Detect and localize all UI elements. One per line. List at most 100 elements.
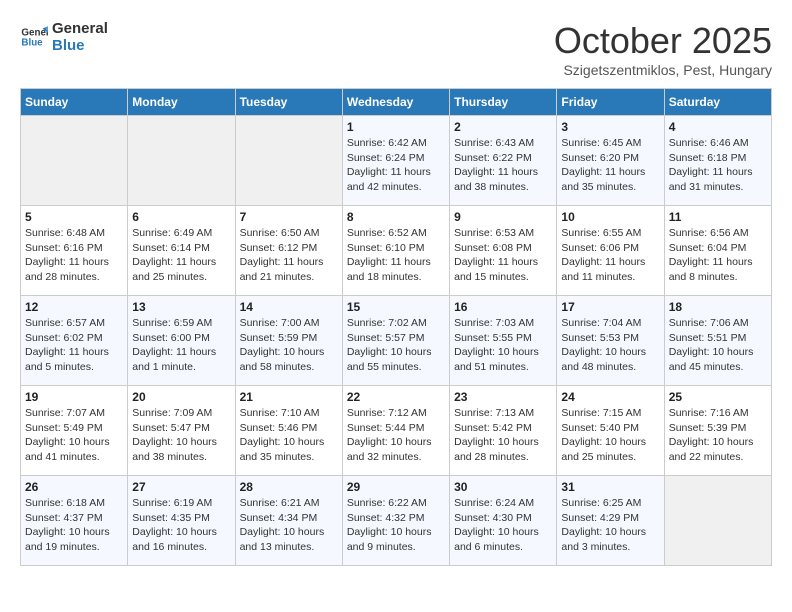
day-info: Sunrise: 7:10 AM Sunset: 5:46 PM Dayligh… [240,406,338,465]
calendar-week-3: 12 Sunrise: 6:57 AM Sunset: 6:02 PM Dayli… [21,296,772,386]
calendar-cell: 2 Sunrise: 6:43 AM Sunset: 6:22 PM Daylig… [450,116,557,206]
calendar-cell: 1 Sunrise: 6:42 AM Sunset: 6:24 PM Daylig… [342,116,449,206]
calendar-week-5: 26 Sunrise: 6:18 AM Sunset: 4:37 PM Dayli… [21,476,772,566]
day-info: Sunrise: 6:45 AM Sunset: 6:20 PM Dayligh… [561,136,659,195]
calendar-week-4: 19 Sunrise: 7:07 AM Sunset: 5:49 PM Dayli… [21,386,772,476]
title-area: October 2025 Szigetszentmiklos, Pest, Hu… [554,20,772,78]
day-info: Sunrise: 7:15 AM Sunset: 5:40 PM Dayligh… [561,406,659,465]
calendar-week-1: 1 Sunrise: 6:42 AM Sunset: 6:24 PM Daylig… [21,116,772,206]
day-number: 22 [347,390,445,404]
calendar-cell: 17 Sunrise: 7:04 AM Sunset: 5:53 PM Dayli… [557,296,664,386]
calendar-cell: 31 Sunrise: 6:25 AM Sunset: 4:29 PM Dayli… [557,476,664,566]
header-row: Sunday Monday Tuesday Wednesday Thursday… [21,89,772,116]
calendar-cell: 21 Sunrise: 7:10 AM Sunset: 5:46 PM Dayli… [235,386,342,476]
day-info: Sunrise: 6:42 AM Sunset: 6:24 PM Dayligh… [347,136,445,195]
day-info: Sunrise: 6:19 AM Sunset: 4:35 PM Dayligh… [132,496,230,555]
day-info: Sunrise: 6:49 AM Sunset: 6:14 PM Dayligh… [132,226,230,285]
day-info: Sunrise: 6:57 AM Sunset: 6:02 PM Dayligh… [25,316,123,375]
day-number: 9 [454,210,552,224]
calendar-cell: 10Sunrise: 6:55 AM Sunset: 6:06 PM Dayli… [557,206,664,296]
day-number: 18 [669,300,767,314]
calendar-cell: 27 Sunrise: 6:19 AM Sunset: 4:35 PM Dayli… [128,476,235,566]
day-info: Sunrise: 6:52 AM Sunset: 6:10 PM Dayligh… [347,226,445,285]
day-info: Sunrise: 7:13 AM Sunset: 5:42 PM Dayligh… [454,406,552,465]
col-monday: Monday [128,89,235,116]
calendar-cell: 11 Sunrise: 6:56 AM Sunset: 6:04 PM Dayli… [664,206,771,296]
day-number: 13 [132,300,230,314]
calendar-cell [235,116,342,206]
day-number: 5 [25,210,123,224]
day-info: Sunrise: 7:07 AM Sunset: 5:49 PM Dayligh… [25,406,123,465]
day-info: Sunrise: 6:46 AM Sunset: 6:18 PM Dayligh… [669,136,767,195]
day-info: Sunrise: 7:09 AM Sunset: 5:47 PM Dayligh… [132,406,230,465]
col-friday: Friday [557,89,664,116]
day-number: 19 [25,390,123,404]
month-title: October 2025 [554,20,772,62]
calendar-cell: 16 Sunrise: 7:03 AM Sunset: 5:55 PM Dayli… [450,296,557,386]
day-number: 7 [240,210,338,224]
day-number: 21 [240,390,338,404]
location-subtitle: Szigetszentmiklos, Pest, Hungary [554,62,772,78]
day-info: Sunrise: 6:56 AM Sunset: 6:04 PM Dayligh… [669,226,767,285]
day-number: 2 [454,120,552,134]
day-info: Sunrise: 6:59 AM Sunset: 6:00 PM Dayligh… [132,316,230,375]
day-info: Sunrise: 7:03 AM Sunset: 5:55 PM Dayligh… [454,316,552,375]
calendar-cell: 13 Sunrise: 6:59 AM Sunset: 6:00 PM Dayli… [128,296,235,386]
day-info: Sunrise: 6:22 AM Sunset: 4:32 PM Dayligh… [347,496,445,555]
page-header: General Blue General Blue October 2025 S… [20,20,772,78]
day-number: 20 [132,390,230,404]
calendar-cell: 15Sunrise: 7:02 AM Sunset: 5:57 PM Dayli… [342,296,449,386]
day-number: 3 [561,120,659,134]
day-number: 28 [240,480,338,494]
calendar-cell: 7 Sunrise: 6:50 AM Sunset: 6:12 PM Daylig… [235,206,342,296]
day-number: 11 [669,210,767,224]
day-info: Sunrise: 7:16 AM Sunset: 5:39 PM Dayligh… [669,406,767,465]
day-info: Sunrise: 7:04 AM Sunset: 5:53 PM Dayligh… [561,316,659,375]
day-info: Sunrise: 6:25 AM Sunset: 4:29 PM Dayligh… [561,496,659,555]
calendar-cell: 26 Sunrise: 6:18 AM Sunset: 4:37 PM Dayli… [21,476,128,566]
col-sunday: Sunday [21,89,128,116]
calendar-cell: 30Sunrise: 6:24 AM Sunset: 4:30 PM Dayli… [450,476,557,566]
day-number: 10 [561,210,659,224]
day-number: 4 [669,120,767,134]
day-number: 16 [454,300,552,314]
calendar-cell: 28Sunrise: 6:21 AM Sunset: 4:34 PM Dayli… [235,476,342,566]
day-info: Sunrise: 6:53 AM Sunset: 6:08 PM Dayligh… [454,226,552,285]
day-number: 24 [561,390,659,404]
calendar-cell: 8Sunrise: 6:52 AM Sunset: 6:10 PM Daylig… [342,206,449,296]
calendar-cell: 4 Sunrise: 6:46 AM Sunset: 6:18 PM Daylig… [664,116,771,206]
calendar-cell: 29 Sunrise: 6:22 AM Sunset: 4:32 PM Dayli… [342,476,449,566]
col-tuesday: Tuesday [235,89,342,116]
day-info: Sunrise: 7:06 AM Sunset: 5:51 PM Dayligh… [669,316,767,375]
logo: General Blue General Blue [20,20,108,54]
calendar-cell: 12 Sunrise: 6:57 AM Sunset: 6:02 PM Dayli… [21,296,128,386]
day-number: 15 [347,300,445,314]
calendar-cell: 3 Sunrise: 6:45 AM Sunset: 6:20 PM Daylig… [557,116,664,206]
calendar-cell: 19 Sunrise: 7:07 AM Sunset: 5:49 PM Dayli… [21,386,128,476]
logo-blue: Blue [52,37,108,54]
day-info: Sunrise: 6:48 AM Sunset: 6:16 PM Dayligh… [25,226,123,285]
day-number: 6 [132,210,230,224]
day-info: Sunrise: 6:18 AM Sunset: 4:37 PM Dayligh… [25,496,123,555]
day-number: 29 [347,480,445,494]
calendar-cell: 9 Sunrise: 6:53 AM Sunset: 6:08 PM Daylig… [450,206,557,296]
day-info: Sunrise: 7:12 AM Sunset: 5:44 PM Dayligh… [347,406,445,465]
day-number: 27 [132,480,230,494]
calendar-cell [128,116,235,206]
day-number: 1 [347,120,445,134]
calendar-cell [21,116,128,206]
calendar-cell: 23Sunrise: 7:13 AM Sunset: 5:42 PM Dayli… [450,386,557,476]
day-number: 25 [669,390,767,404]
day-info: Sunrise: 6:50 AM Sunset: 6:12 PM Dayligh… [240,226,338,285]
day-number: 17 [561,300,659,314]
day-number: 26 [25,480,123,494]
calendar-table: Sunday Monday Tuesday Wednesday Thursday… [20,88,772,566]
logo-icon: General Blue [20,23,48,51]
day-info: Sunrise: 6:43 AM Sunset: 6:22 PM Dayligh… [454,136,552,195]
logo-general: General [52,20,108,37]
col-thursday: Thursday [450,89,557,116]
day-number: 12 [25,300,123,314]
day-number: 14 [240,300,338,314]
calendar-cell: 22 Sunrise: 7:12 AM Sunset: 5:44 PM Dayli… [342,386,449,476]
day-number: 31 [561,480,659,494]
